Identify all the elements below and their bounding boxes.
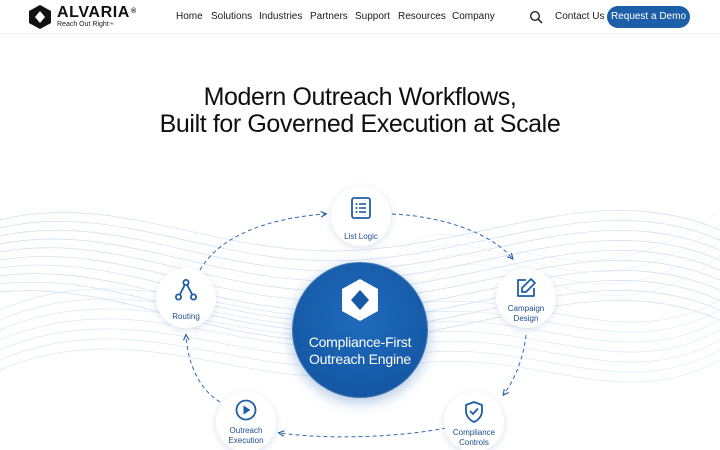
node-outreach-execution[interactable]: Outreach Execution (216, 392, 276, 450)
core-label: Compliance-First Outreach Engine (308, 334, 412, 367)
node-compliance-controls[interactable]: Compliance Controls (444, 392, 504, 450)
node-routing[interactable]: Routing (156, 268, 216, 328)
compliance-engine-core: Compliance-First Outreach Engine (292, 262, 428, 398)
node-label: List Logic (344, 232, 378, 241)
node-campaign-design[interactable]: Campaign Design (496, 268, 556, 328)
list-icon (351, 197, 371, 219)
shield-check-icon (465, 401, 483, 423)
node-label: Compliance Controls (452, 428, 496, 447)
node-list-logic[interactable]: List Logic (331, 186, 391, 246)
edit-icon (517, 278, 536, 297)
node-label: Routing (172, 312, 200, 321)
node-label: Campaign Design (507, 304, 545, 323)
routing-icon (175, 279, 197, 301)
play-icon (235, 399, 257, 421)
node-label: Outreach Execution (228, 426, 264, 445)
diamond-icon (342, 279, 378, 321)
